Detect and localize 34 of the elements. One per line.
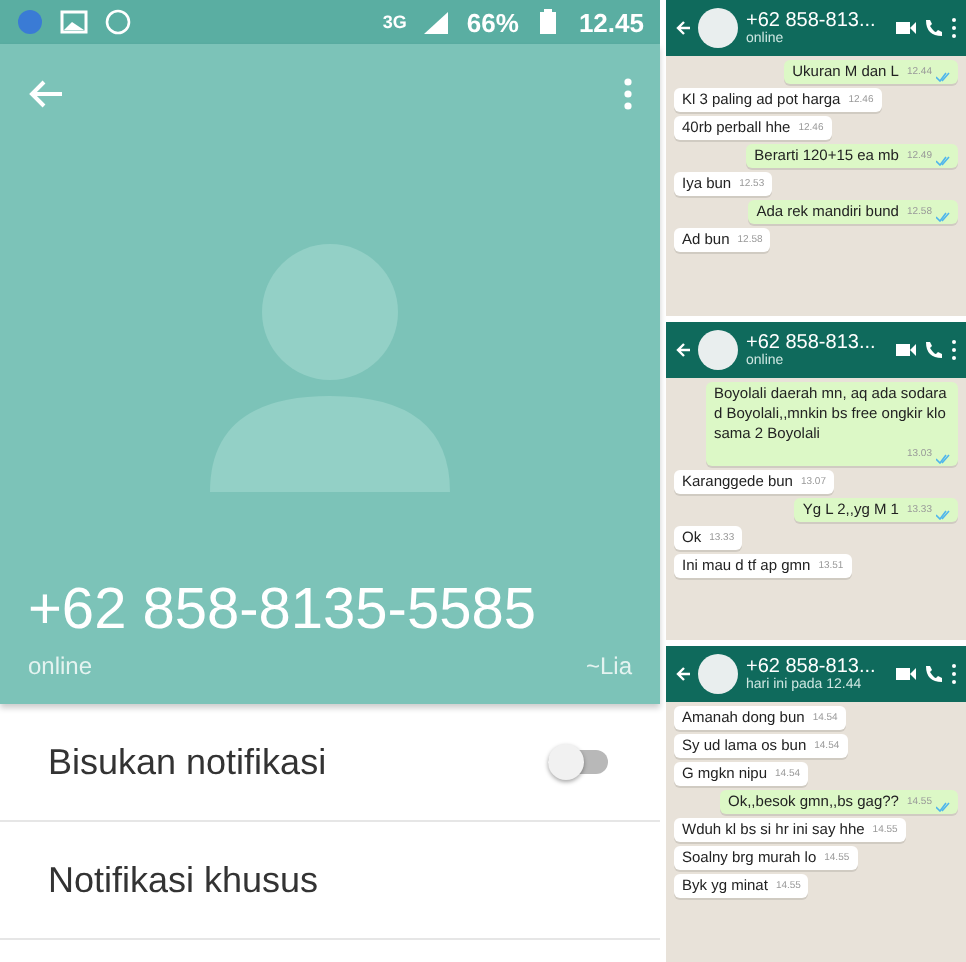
back-icon[interactable] [676,20,690,36]
avatar-icon [698,8,738,48]
image-icon [60,8,88,36]
battery-percent: 66% [466,7,519,37]
back-icon[interactable] [676,342,690,359]
double-tick-icon [936,454,950,465]
back-icon[interactable] [676,665,690,682]
phone-icon [924,663,944,684]
phone-icon [924,18,944,38]
chat-title: +62 858-813... [746,332,878,355]
double-tick-icon [936,72,950,82]
settings-row[interactable]: Notifikasi khusus [0,822,660,940]
avatar-icon [698,653,738,694]
double-tick-icon [936,212,950,222]
avatar-icon [698,330,738,371]
signal-icon [422,8,451,36]
contact-status: online [28,652,93,680]
push-name: ~Lia [585,652,632,680]
chat-title: +62 858-813... [746,655,878,678]
video-camera-icon [896,18,916,38]
chat-title: +62 858-813... [746,10,878,32]
video-camera-icon [896,663,916,684]
settings-row[interactable]: Bisukan notifikasi [0,704,660,822]
contact-name: +62 858-8135-5585 [28,578,538,644]
phone-icon [924,340,944,361]
toggle-switch[interactable] [548,744,612,780]
double-tick-icon [936,510,950,521]
double-tick-icon [936,801,950,812]
network-type: 3G [382,13,407,31]
setting-label: Notifikasi khusus [48,859,319,901]
status-time: 12.45 [578,7,644,37]
setting-label: Bisukan notifikasi [48,741,327,783]
double-tick-icon [936,156,950,166]
video-camera-icon [896,340,916,361]
